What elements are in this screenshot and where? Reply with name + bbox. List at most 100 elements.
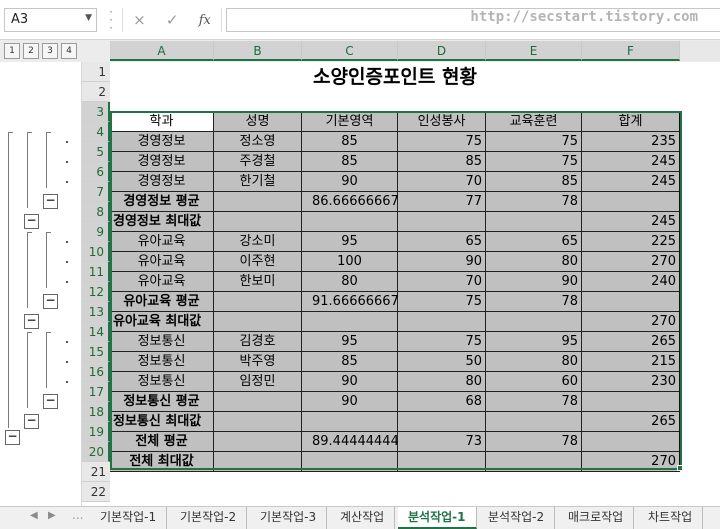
- row-header[interactable]: 11: [82, 262, 110, 282]
- sheet-tab[interactable]: 계산작업: [330, 507, 396, 529]
- table-cell[interactable]: 임정민: [214, 372, 302, 392]
- table-cell[interactable]: [302, 312, 398, 332]
- table-cell[interactable]: 90: [302, 372, 398, 392]
- table-cell[interactable]: 경영정보 평균: [110, 192, 214, 212]
- table-cell[interactable]: 270: [582, 252, 680, 272]
- fill-handle[interactable]: [677, 465, 683, 471]
- header-cell[interactable]: 합계: [582, 112, 680, 132]
- row-header[interactable]: 20: [82, 442, 110, 462]
- table-cell[interactable]: 경영정보: [110, 132, 214, 152]
- table-cell[interactable]: 정보통신: [110, 332, 214, 352]
- row-header[interactable]: 4: [82, 122, 110, 142]
- table-cell[interactable]: 90: [486, 272, 582, 292]
- table-cell[interactable]: [486, 412, 582, 432]
- table-cell[interactable]: 80: [486, 252, 582, 272]
- table-cell[interactable]: 60: [486, 372, 582, 392]
- row-header[interactable]: 13: [82, 302, 110, 322]
- table-cell[interactable]: 정보통신 최대값: [110, 412, 214, 432]
- grip-icon[interactable]: · · ·: [108, 6, 114, 34]
- row-header[interactable]: 16: [82, 362, 110, 382]
- row-header[interactable]: 15: [82, 342, 110, 362]
- table-cell[interactable]: 78: [486, 292, 582, 312]
- name-box[interactable]: A3 ▼: [4, 8, 97, 32]
- table-cell[interactable]: 235: [582, 132, 680, 152]
- table-cell[interactable]: [214, 392, 302, 412]
- table-cell[interactable]: [486, 312, 582, 332]
- table-cell[interactable]: [302, 412, 398, 432]
- header-cell[interactable]: 학과: [110, 112, 214, 132]
- table-cell[interactable]: 270: [582, 452, 680, 472]
- table-cell[interactable]: 230: [582, 372, 680, 392]
- table-cell[interactable]: [582, 432, 680, 452]
- sheet-tab[interactable]: 기본작업-1: [90, 507, 168, 529]
- table-cell[interactable]: [582, 292, 680, 312]
- row-header[interactable]: 18: [82, 402, 110, 422]
- table-cell[interactable]: 유아교육: [110, 272, 214, 292]
- table-cell[interactable]: 90: [302, 172, 398, 192]
- table-cell[interactable]: 75: [486, 152, 582, 172]
- row-header[interactable]: 3: [82, 102, 110, 122]
- table-cell[interactable]: 한기철: [214, 172, 302, 192]
- row-header[interactable]: 10: [82, 242, 110, 262]
- table-cell[interactable]: 85: [486, 172, 582, 192]
- sheet-tab[interactable]: 기본작업-3: [250, 507, 328, 529]
- table-cell[interactable]: 80: [486, 352, 582, 372]
- sheet-tab[interactable]: 매크로작업: [558, 507, 635, 529]
- table-cell[interactable]: 경영정보: [110, 152, 214, 172]
- tab-overflow-icon[interactable]: ...: [72, 508, 83, 522]
- row-header[interactable]: 22: [82, 482, 110, 502]
- table-cell[interactable]: 65: [398, 232, 486, 252]
- table-cell[interactable]: 85: [398, 152, 486, 172]
- outline-collapse-button[interactable]: −: [5, 430, 20, 445]
- table-cell[interactable]: 240: [582, 272, 680, 292]
- row-header[interactable]: 5: [82, 142, 110, 162]
- table-cell[interactable]: 245: [582, 152, 680, 172]
- header-cell[interactable]: 기본영역: [302, 112, 398, 132]
- table-cell[interactable]: 78: [486, 392, 582, 412]
- chevron-down-icon[interactable]: ▼: [85, 13, 92, 23]
- table-cell[interactable]: [398, 212, 486, 232]
- outline-collapse-button[interactable]: −: [43, 294, 58, 309]
- row-header[interactable]: 12: [82, 282, 110, 302]
- outline-level-4-button[interactable]: 4: [61, 43, 77, 59]
- table-cell[interactable]: [214, 192, 302, 212]
- enter-icon[interactable]: ✓: [166, 11, 179, 29]
- table-cell[interactable]: 85: [302, 152, 398, 172]
- table-cell[interactable]: 78: [486, 432, 582, 452]
- table-cell[interactable]: 80: [302, 272, 398, 292]
- table-cell[interactable]: 85: [302, 352, 398, 372]
- outline-collapse-button[interactable]: −: [43, 394, 58, 409]
- table-cell[interactable]: [214, 212, 302, 232]
- column-header-c[interactable]: C: [302, 41, 398, 61]
- table-cell[interactable]: 245: [582, 212, 680, 232]
- table-cell[interactable]: 89.44444444: [302, 432, 399, 452]
- table-cell[interactable]: [302, 212, 398, 232]
- sheet-tab[interactable]: 차트작업: [638, 507, 704, 529]
- row-header[interactable]: 7: [82, 182, 110, 202]
- table-cell[interactable]: 정소영: [214, 132, 302, 152]
- table-cell[interactable]: 95: [486, 332, 582, 352]
- table-cell[interactable]: 90: [398, 252, 486, 272]
- table-cell[interactable]: 65: [486, 232, 582, 252]
- outline-collapse-button[interactable]: −: [24, 214, 39, 229]
- outline-level-2-button[interactable]: 2: [23, 43, 39, 59]
- column-header-e[interactable]: E: [486, 41, 582, 61]
- table-cell[interactable]: [214, 452, 302, 472]
- outline-level-1-button[interactable]: 1: [4, 43, 20, 59]
- table-cell[interactable]: 77: [398, 192, 486, 212]
- table-cell[interactable]: 225: [582, 232, 680, 252]
- table-cell[interactable]: 75: [398, 332, 486, 352]
- table-cell[interactable]: 유아교육 평균: [110, 292, 214, 312]
- table-cell[interactable]: 경영정보: [110, 172, 214, 192]
- sheet-tab[interactable]: 기본작업-2: [170, 507, 248, 529]
- header-cell[interactable]: 성명: [214, 112, 302, 132]
- table-cell[interactable]: [486, 452, 582, 472]
- row-header[interactable]: 14: [82, 322, 110, 342]
- worksheet-grid[interactable]: 소양인증포인트 현황 학과 성명 기본영역 인성봉사 교육훈련 합계 경영정보 정소영 85 75…: [110, 62, 720, 506]
- table-cell[interactable]: [214, 312, 302, 332]
- tab-next-icon[interactable]: ▶: [48, 510, 56, 521]
- table-cell[interactable]: [398, 412, 486, 432]
- table-cell[interactable]: 70: [398, 272, 486, 292]
- table-cell[interactable]: 80: [398, 372, 486, 392]
- outline-level-3-button[interactable]: 3: [42, 43, 58, 59]
